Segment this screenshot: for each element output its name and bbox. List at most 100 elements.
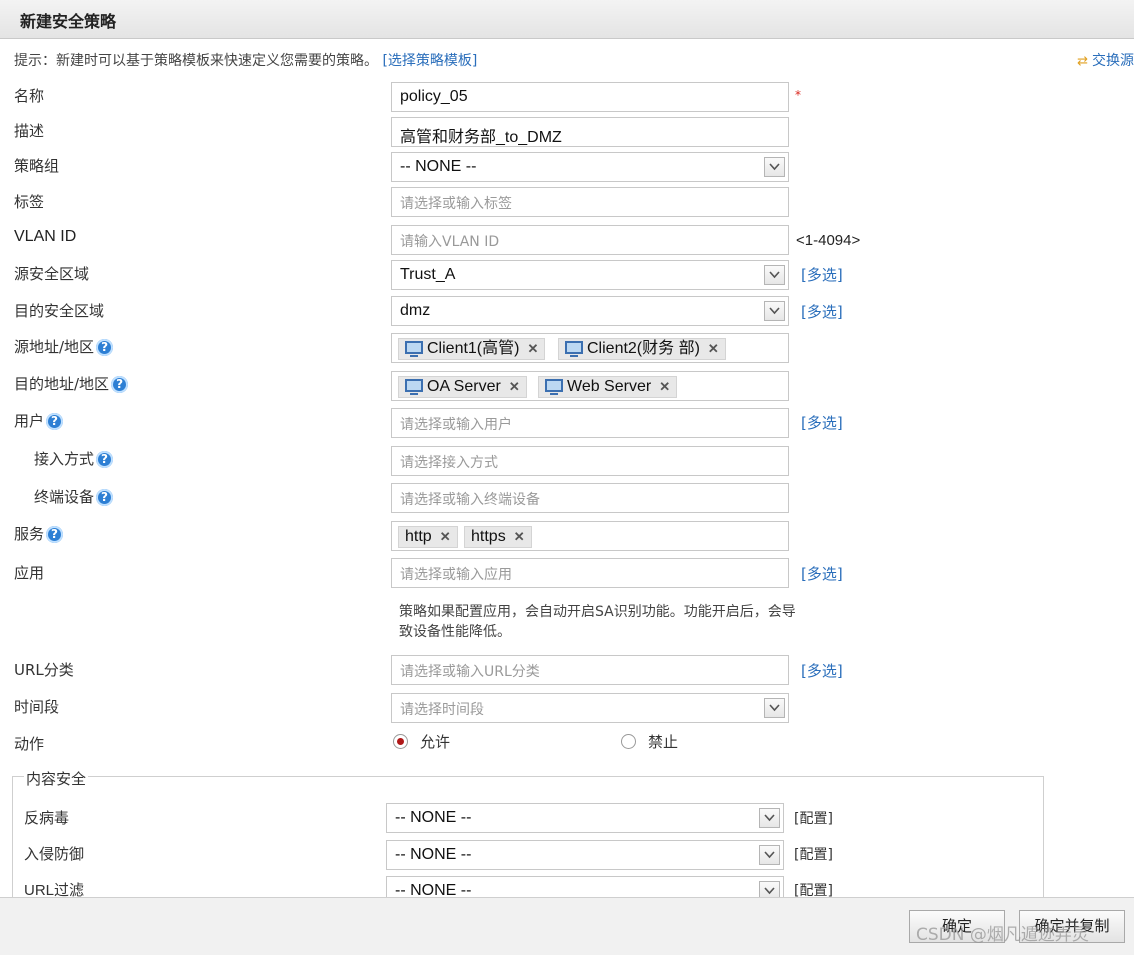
src-addr-tag-text: Client2(财务 部) [587, 340, 700, 357]
app-input[interactable]: 请选择或输入应用 [391, 558, 789, 588]
tag-label: 标签 [14, 193, 45, 211]
src-addr-tag-text: Client1(高管) [427, 340, 520, 357]
url-placeholder: 请选择或输入URL分类 [400, 664, 540, 680]
name-label: 名称 [14, 87, 45, 105]
group-value: -- NONE -- [400, 158, 477, 175]
help-icon[interactable]: ? [96, 451, 114, 468]
service-tag-text: http [405, 528, 432, 545]
dst-zone-label: 目的安全区域 [14, 302, 105, 320]
content-security-legend: 内容安全 [24, 768, 89, 789]
hint-text: 提示：新建时可以基于策略模板来快速定义您需要的策略。 [选择策略模板] [14, 50, 477, 70]
radio-unchecked-icon [621, 734, 636, 749]
url-label: URL分类 [14, 661, 74, 679]
chevron-down-icon[interactable] [759, 808, 780, 828]
user-label-text: 用户 [14, 412, 45, 430]
dialog-footer: 确定 确定并复制 [0, 897, 1134, 955]
service-tag: https ✕ [464, 526, 532, 548]
select-template-link[interactable]: [选择策略模板] [382, 53, 477, 69]
service-field[interactable]: http ✕ https ✕ [391, 521, 789, 551]
service-label-text: 服务 [14, 525, 45, 543]
group-select[interactable]: -- NONE -- [391, 152, 789, 182]
antivirus-select[interactable]: -- NONE -- [386, 803, 784, 833]
device-label-text: 终端设备 [34, 488, 95, 506]
tag-input[interactable]: 请选择或输入标签 [391, 187, 789, 217]
desc-field[interactable]: 高管和财务部_to_DMZ [391, 117, 789, 147]
src-addr-label: 源地址/地区? [14, 336, 114, 357]
dialog-titlebar: 新建安全策略 [0, 0, 1134, 39]
ips-config-link[interactable]: [配置] [794, 844, 833, 864]
chevron-down-icon[interactable] [764, 265, 785, 285]
src-zone-multi-link[interactable]: [多选] [801, 264, 843, 285]
url-input[interactable]: 请选择或输入URL分类 [391, 655, 789, 685]
vlan-input[interactable]: 请输入VLAN ID [391, 225, 789, 255]
help-icon[interactable]: ? [46, 526, 64, 543]
dialog-title: 新建安全策略 [20, 12, 117, 31]
tag-placeholder: 请选择或输入标签 [400, 196, 512, 212]
src-zone-label: 源安全区域 [14, 265, 90, 283]
service-label: 服务? [14, 523, 64, 544]
remove-tag-icon[interactable]: ✕ [659, 379, 670, 394]
service-tag: http ✕ [398, 526, 458, 548]
ok-and-copy-button[interactable]: 确定并复制 [1019, 910, 1125, 943]
vlan-placeholder: 请输入VLAN ID [400, 234, 500, 250]
vlan-label: VLAN ID [14, 228, 77, 245]
help-icon[interactable]: ? [46, 413, 64, 430]
action-allow-radio[interactable]: 允许 [393, 731, 450, 752]
chevron-down-icon[interactable] [764, 157, 785, 177]
dst-addr-tag: Web Server ✕ [538, 376, 678, 398]
computer-icon [545, 379, 563, 395]
chevron-down-icon[interactable] [764, 698, 785, 718]
time-label: 时间段 [14, 698, 60, 716]
action-allow-label: 允许 [420, 733, 451, 751]
chevron-down-icon[interactable] [764, 301, 785, 321]
device-input[interactable]: 请选择或输入终端设备 [391, 483, 789, 513]
device-placeholder: 请选择或输入终端设备 [400, 492, 540, 508]
swap-icon: ⇄ [1077, 54, 1088, 69]
required-mark: * [795, 88, 801, 102]
access-input[interactable]: 请选择接入方式 [391, 446, 789, 476]
ips-select[interactable]: -- NONE -- [386, 840, 784, 870]
src-addr-tag: Client1(高管) ✕ [398, 338, 546, 360]
src-addr-tag: Client2(财务 部) ✕ [558, 338, 726, 360]
url-multi-link[interactable]: [多选] [801, 660, 843, 681]
service-tag-text: https [471, 528, 506, 545]
device-label: 终端设备? [34, 486, 114, 507]
name-field[interactable]: policy_05 [391, 82, 789, 112]
app-label: 应用 [14, 564, 45, 582]
time-select[interactable]: 请选择时间段 [391, 693, 789, 723]
antivirus-config-link[interactable]: [配置] [794, 808, 833, 828]
remove-tag-icon[interactable]: ✕ [708, 341, 719, 356]
name-value: policy_05 [400, 88, 468, 105]
dst-addr-field[interactable]: OA Server ✕ Web Server ✕ [391, 371, 789, 401]
user-multi-link[interactable]: [多选] [801, 412, 843, 433]
src-zone-value: Trust_A [400, 266, 456, 283]
src-zone-select[interactable]: Trust_A [391, 260, 789, 290]
src-addr-label-text: 源地址/地区 [14, 338, 95, 356]
dst-addr-tag-text: Web Server [567, 378, 652, 395]
ok-button[interactable]: 确定 [909, 910, 1005, 943]
dst-addr-label-text: 目的地址/地区 [14, 375, 110, 393]
remove-tag-icon[interactable]: ✕ [514, 529, 525, 544]
help-icon[interactable]: ? [111, 376, 129, 393]
app-multi-link[interactable]: [多选] [801, 563, 843, 584]
dst-zone-select[interactable]: dmz [391, 296, 789, 326]
antivirus-value: -- NONE -- [395, 809, 472, 826]
dst-addr-label: 目的地址/地区? [14, 373, 129, 394]
access-label: 接入方式? [34, 448, 114, 469]
src-addr-field[interactable]: Client1(高管) ✕ Client2(财务 部) ✕ [391, 333, 789, 363]
user-input[interactable]: 请选择或输入用户 [391, 408, 789, 438]
antivirus-label: 反病毒 [24, 809, 70, 827]
swap-button[interactable]: ⇄ 交换源 [1077, 50, 1134, 70]
action-deny-label: 禁止 [648, 733, 679, 751]
help-icon[interactable]: ? [96, 489, 114, 506]
user-placeholder: 请选择或输入用户 [400, 417, 512, 433]
remove-tag-icon[interactable]: ✕ [509, 379, 520, 394]
dst-zone-multi-link[interactable]: [多选] [801, 301, 843, 322]
chevron-down-icon[interactable] [759, 845, 780, 865]
access-placeholder: 请选择接入方式 [400, 455, 498, 471]
action-label: 动作 [14, 735, 45, 753]
action-deny-radio[interactable]: 禁止 [621, 731, 678, 752]
help-icon[interactable]: ? [96, 339, 114, 356]
remove-tag-icon[interactable]: ✕ [527, 341, 538, 356]
remove-tag-icon[interactable]: ✕ [440, 529, 451, 544]
